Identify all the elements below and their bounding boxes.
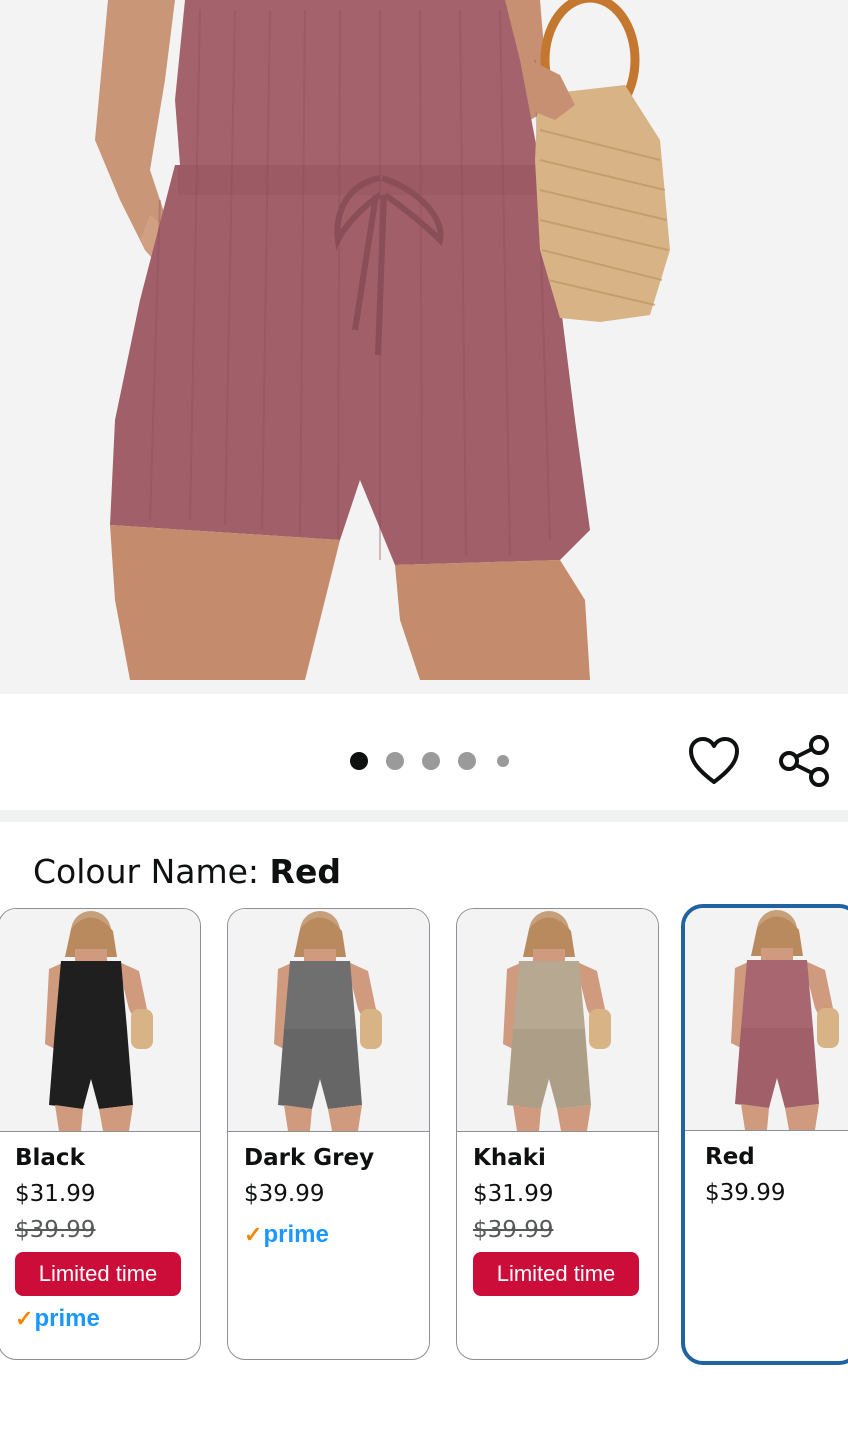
limited-time-badge: Limited time xyxy=(473,1252,639,1296)
colour-name-label: Colour Name: Red xyxy=(33,850,341,894)
swatch-dark-grey[interactable]: Dark Grey $39.99 ✓prime xyxy=(227,908,430,1360)
carousel-dot-4[interactable] xyxy=(458,752,476,770)
swatch-price: $31.99 xyxy=(473,1181,554,1207)
swatch-price: $39.99 xyxy=(705,1180,786,1206)
prime-check-icon: ✓ xyxy=(244,1222,263,1247)
prime-badge: ✓prime xyxy=(244,1221,329,1249)
swatch-was-price: $39.99 xyxy=(15,1217,96,1243)
prime-text: prime xyxy=(34,1305,100,1332)
carousel-dot-2[interactable] xyxy=(386,752,404,770)
swatch-name: Black xyxy=(15,1145,85,1171)
swatch-thumbnail xyxy=(457,909,658,1132)
colour-selected-value: Red xyxy=(269,852,341,891)
swatch-name: Khaki xyxy=(473,1145,546,1171)
carousel-dot-5[interactable] xyxy=(497,755,509,767)
swatch-was-price: $39.99 xyxy=(473,1217,554,1243)
swatch-price: $39.99 xyxy=(244,1181,325,1207)
carousel-dot-1[interactable] xyxy=(350,752,368,770)
section-divider xyxy=(0,810,848,822)
product-image[interactable] xyxy=(0,0,848,694)
swatch-black[interactable]: Black $31.99 $39.99 Limited time ✓prime xyxy=(0,908,201,1360)
swatch-thumbnail xyxy=(228,909,429,1132)
heart-icon[interactable] xyxy=(688,736,740,786)
swatch-name: Red xyxy=(705,1144,755,1170)
swatch-name: Dark Grey xyxy=(244,1145,375,1171)
prime-check-icon: ✓ xyxy=(15,1306,34,1331)
share-icon[interactable] xyxy=(778,734,832,788)
swatch-price: $31.99 xyxy=(15,1181,96,1207)
swatch-red[interactable]: Red $39.99 xyxy=(681,904,848,1365)
carousel-dot-3[interactable] xyxy=(422,752,440,770)
prime-badge: ✓prime xyxy=(15,1305,100,1333)
limited-time-badge: Limited time xyxy=(15,1252,181,1296)
colour-label-text: Colour Name: xyxy=(33,852,270,891)
swatch-khaki[interactable]: Khaki $31.99 $39.99 Limited time xyxy=(456,908,659,1360)
swatch-thumbnail xyxy=(0,909,200,1132)
swatch-thumbnail xyxy=(685,908,848,1131)
product-photo xyxy=(0,0,848,694)
prime-text: prime xyxy=(263,1221,329,1248)
